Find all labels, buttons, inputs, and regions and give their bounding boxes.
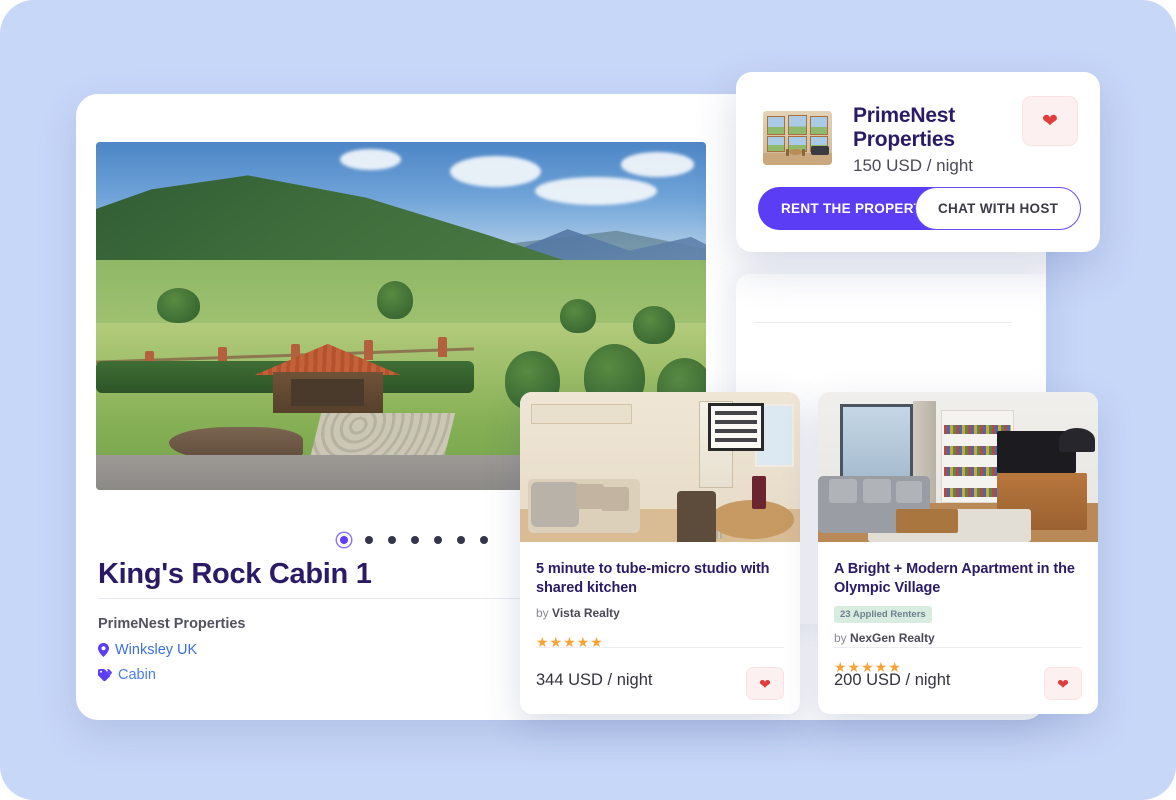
thumb-table bbox=[789, 148, 802, 156]
applied-renters-badge: 23 Applied Renters bbox=[834, 606, 932, 624]
favorite-button[interactable]: ❤ bbox=[1044, 667, 1082, 700]
property-title: A Bright + Modern Apartment in the Olymp… bbox=[834, 561, 1075, 597]
fence-post bbox=[437, 336, 447, 357]
tree-shape bbox=[157, 288, 200, 323]
tag-icon bbox=[98, 668, 112, 682]
popup-price: 150 USD / night bbox=[853, 156, 974, 175]
popup-title: PrimeNest Properties bbox=[853, 104, 956, 152]
popup-thumbnail[interactable] bbox=[763, 111, 832, 165]
heart-icon: ❤ bbox=[759, 675, 771, 692]
cloud-shape bbox=[340, 148, 401, 170]
sofa-throw bbox=[531, 482, 579, 527]
agency-name: NexGen Realty bbox=[850, 631, 935, 646]
carousel-dots[interactable] bbox=[340, 536, 488, 544]
listing-location[interactable]: Winksley UK bbox=[98, 642, 197, 658]
by-prefix: by bbox=[536, 606, 549, 621]
agency-name: Vista Realty bbox=[552, 606, 620, 621]
gazebo-interior bbox=[291, 378, 365, 407]
carousel-dot[interactable] bbox=[365, 536, 373, 544]
property-card[interactable]: 5 minute to tube-micro studio with share… bbox=[520, 392, 800, 714]
property-image[interactable] bbox=[818, 392, 1098, 542]
cloud-shape bbox=[620, 152, 694, 177]
studio-shelf bbox=[531, 404, 632, 424]
property-image[interactable] bbox=[520, 392, 800, 542]
cloud-shape bbox=[449, 155, 542, 188]
carousel-dot[interactable] bbox=[480, 536, 488, 544]
property-title: 5 minute to tube-micro studio with share… bbox=[536, 561, 770, 597]
info-divider bbox=[754, 322, 1012, 323]
property-price: 344 USD / night bbox=[536, 671, 653, 689]
chat-with-host-button[interactable]: CHAT WITH HOST bbox=[915, 187, 1082, 230]
wall-art-text bbox=[714, 411, 757, 442]
tree-shape bbox=[559, 298, 597, 334]
sofa-cushion bbox=[896, 480, 922, 503]
sofa-cushion bbox=[829, 479, 858, 503]
property-agency: by Vista Realty bbox=[536, 606, 784, 620]
fence-post bbox=[364, 340, 374, 361]
thumb-sofa bbox=[811, 145, 830, 156]
by-prefix: by bbox=[834, 631, 847, 646]
listing-category[interactable]: Cabin bbox=[98, 667, 156, 683]
carousel-dot[interactable] bbox=[411, 536, 419, 544]
sofa-pillow bbox=[601, 486, 630, 511]
favorite-button[interactable]: ❤ bbox=[746, 667, 784, 700]
host-name: PrimeNest Properties bbox=[98, 616, 246, 632]
property-card[interactable]: A Bright + Modern Apartment in the Olymp… bbox=[818, 392, 1098, 714]
carousel-dot-active[interactable] bbox=[340, 536, 348, 544]
thumb-window bbox=[767, 116, 786, 135]
sofa-cushion bbox=[862, 479, 891, 503]
carousel-dot[interactable] bbox=[388, 536, 396, 544]
wall-art-frame bbox=[707, 402, 764, 451]
tree-shape bbox=[632, 305, 676, 344]
stone-path bbox=[310, 413, 455, 456]
thumb-window bbox=[767, 135, 786, 153]
sofa-pillow bbox=[576, 483, 604, 509]
property-agency: by NexGen Realty bbox=[834, 631, 1082, 645]
tree-shape bbox=[376, 281, 414, 320]
carousel-dot[interactable] bbox=[457, 536, 465, 544]
map-pin-icon bbox=[98, 643, 109, 657]
property-price: 200 USD / night bbox=[834, 671, 951, 689]
card-divider bbox=[834, 647, 1082, 648]
thumb-chair bbox=[801, 148, 806, 157]
thumb-window bbox=[787, 115, 808, 135]
dining-chair bbox=[676, 491, 716, 542]
card-divider bbox=[536, 647, 784, 648]
coffee-table bbox=[896, 509, 958, 533]
property-body: 5 minute to tube-micro studio with share… bbox=[520, 542, 800, 651]
floor-lamp bbox=[1058, 428, 1096, 452]
cloud-shape bbox=[535, 176, 658, 205]
thumb-window bbox=[809, 116, 828, 135]
thumb-chair bbox=[785, 148, 790, 157]
location-label: Winksley UK bbox=[115, 642, 198, 658]
rating-stars: ★★★★★ bbox=[536, 634, 604, 651]
host-popup-card: PrimeNest Properties 150 USD / night ❤ R… bbox=[736, 72, 1100, 252]
heart-icon: ❤ bbox=[1057, 675, 1069, 692]
carousel-dot[interactable] bbox=[434, 536, 442, 544]
favorite-button[interactable]: ❤ bbox=[1022, 96, 1078, 146]
category-label: Cabin bbox=[118, 667, 156, 683]
property-body: A Bright + Modern Apartment in the Olymp… bbox=[818, 542, 1098, 676]
heart-icon: ❤ bbox=[1042, 110, 1058, 132]
wine-bottle bbox=[752, 476, 767, 509]
page-title: King's Rock Cabin 1 bbox=[98, 558, 372, 590]
